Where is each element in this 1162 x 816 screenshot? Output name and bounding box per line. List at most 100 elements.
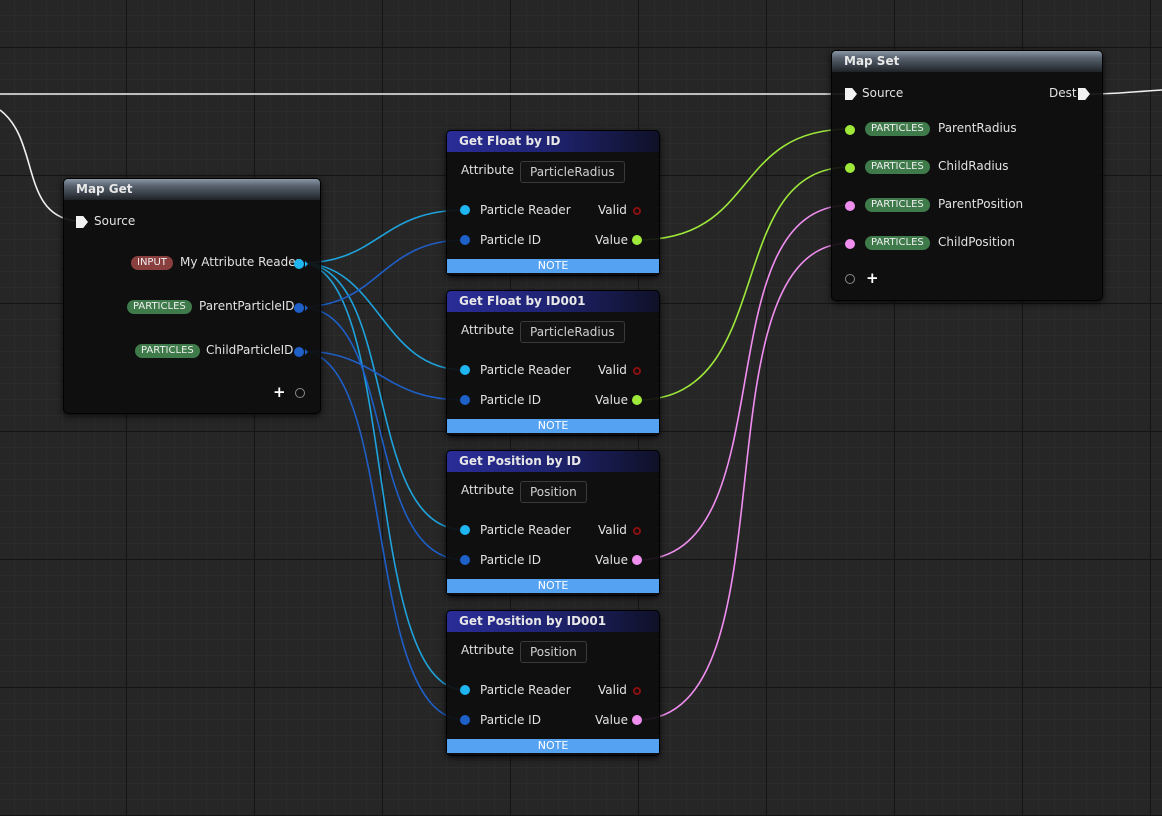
particle-reader-label: Particle Reader	[480, 363, 571, 377]
particles-badge: PARTICLES	[135, 344, 200, 358]
note-bar[interactable]: NOTE	[447, 579, 659, 593]
parent-position-input-pin[interactable]	[845, 201, 855, 211]
particle-reader-input-pin[interactable]	[460, 525, 470, 535]
valid-output-pin[interactable]	[633, 687, 641, 695]
value-label: Value	[595, 553, 628, 567]
value-output-pin[interactable]	[632, 715, 642, 725]
value-label: Value	[595, 713, 628, 727]
particle-id-input-pin[interactable]	[460, 555, 470, 565]
child-position-input-pin[interactable]	[845, 239, 855, 249]
reader-wire-4	[299, 262, 466, 691]
exec-pin-icon[interactable]	[845, 88, 857, 100]
id-wire-1	[299, 239, 466, 308]
map-set-node[interactable]: Map Set Source Dest PARTICLES ParentRadi…	[831, 50, 1103, 301]
particle-id-input-pin[interactable]	[460, 395, 470, 405]
input-label-child-position: ChildPosition	[938, 235, 1015, 249]
id-wire-2	[299, 350, 466, 401]
plus-icon[interactable]: +	[273, 385, 286, 400]
particle-reader-input-pin[interactable]	[460, 685, 470, 695]
id-wire-4	[299, 350, 466, 721]
get-position-by-id001-node[interactable]: Get Position by ID001 Attribute Position…	[446, 610, 660, 756]
map-get-node[interactable]: Map Get Source INPUT My Attribute Reader…	[63, 178, 321, 414]
map-get-title[interactable]: Map Get	[64, 179, 320, 200]
value-label: Value	[595, 393, 628, 407]
attribute-label: Attribute	[461, 643, 514, 657]
output-label-child-particle-id: ChildParticleID	[206, 343, 294, 357]
exec-pin-icon[interactable]	[76, 216, 88, 228]
particle-reader-input-pin[interactable]	[460, 205, 470, 215]
attribute-label: Attribute	[461, 323, 514, 337]
particle-reader-label: Particle Reader	[480, 683, 571, 697]
map-set-dest-label: Dest	[1049, 86, 1077, 100]
input-label-parent-radius: ParentRadius	[938, 121, 1017, 135]
parent-particle-id-output-pin[interactable]	[294, 303, 304, 313]
attribute-reader-output-pin[interactable]	[294, 259, 304, 269]
particle-id-label: Particle ID	[480, 233, 541, 247]
particle-id-input-pin[interactable]	[460, 235, 470, 245]
particles-badge: PARTICLES	[127, 300, 192, 314]
attribute-field[interactable]: ParticleRadius	[520, 161, 625, 183]
particle-id-label: Particle ID	[480, 393, 541, 407]
reader-wire-3	[299, 262, 466, 531]
get-float-by-id001-node[interactable]: Get Float by ID001 Attribute ParticleRad…	[446, 290, 660, 436]
add-pin-icon[interactable]	[845, 274, 855, 284]
input-label-parent-position: ParentPosition	[938, 197, 1024, 211]
valid-output-pin[interactable]	[633, 367, 641, 375]
particle-id-input-pin[interactable]	[460, 715, 470, 725]
get-position-by-id-node[interactable]: Get Position by ID Attribute Position Pa…	[446, 450, 660, 596]
note-bar[interactable]: NOTE	[447, 739, 659, 753]
pin-arrow-icon	[305, 261, 308, 267]
attribute-field[interactable]: Position	[520, 481, 587, 503]
valid-output-pin[interactable]	[633, 207, 641, 215]
id-wire-3	[299, 306, 466, 561]
position-wire-1	[636, 204, 851, 561]
particle-reader-label: Particle Reader	[480, 523, 571, 537]
valid-label: Valid	[598, 683, 627, 697]
attribute-label: Attribute	[461, 483, 514, 497]
output-label-attribute-reader: My Attribute Reader	[180, 255, 301, 269]
position-wire-2	[636, 242, 851, 721]
attribute-field[interactable]: ParticleRadius	[520, 321, 625, 343]
valid-label: Valid	[598, 363, 627, 377]
input-badge: INPUT	[131, 256, 173, 270]
valid-label: Valid	[598, 203, 627, 217]
attribute-field[interactable]: Position	[520, 641, 587, 663]
note-bar[interactable]: NOTE	[447, 259, 659, 273]
node-title[interactable]: Get Position by ID	[447, 451, 659, 472]
map-set-title[interactable]: Map Set	[832, 51, 1102, 72]
node-title[interactable]: Get Position by ID001	[447, 611, 659, 632]
exec-pin-icon[interactable]	[1078, 88, 1090, 100]
node-title[interactable]: Get Float by ID	[447, 131, 659, 152]
child-particle-id-output-pin[interactable]	[294, 347, 304, 357]
value-output-pin[interactable]	[632, 235, 642, 245]
child-radius-input-pin[interactable]	[845, 163, 855, 173]
note-bar[interactable]: NOTE	[447, 419, 659, 433]
attribute-label: Attribute	[461, 163, 514, 177]
particle-id-label: Particle ID	[480, 553, 541, 567]
particle-id-label: Particle ID	[480, 713, 541, 727]
get-float-by-id-node[interactable]: Get Float by ID Attribute ParticleRadius…	[446, 130, 660, 276]
pin-arrow-icon	[305, 305, 308, 311]
map-get-source-label: Source	[94, 214, 136, 228]
input-label-child-radius: ChildRadius	[938, 159, 1009, 173]
valid-output-pin[interactable]	[633, 527, 641, 535]
value-output-pin[interactable]	[632, 395, 642, 405]
particles-badge: PARTICLES	[865, 236, 930, 250]
value-label: Value	[595, 233, 628, 247]
node-title[interactable]: Get Float by ID001	[447, 291, 659, 312]
add-pin-icon[interactable]	[295, 388, 305, 398]
particles-badge: PARTICLES	[865, 122, 930, 136]
particle-reader-input-pin[interactable]	[460, 365, 470, 375]
map-set-source-label: Source	[862, 86, 904, 100]
particle-reader-label: Particle Reader	[480, 203, 571, 217]
float-wire-2	[636, 166, 851, 401]
float-wire-1	[636, 128, 851, 241]
plus-icon[interactable]: +	[866, 271, 879, 286]
reader-wire-1	[299, 209, 466, 264]
parent-radius-input-pin[interactable]	[845, 125, 855, 135]
value-output-pin[interactable]	[632, 555, 642, 565]
pin-arrow-icon	[305, 349, 308, 355]
output-label-parent-particle-id: ParentParticleID	[199, 299, 295, 313]
valid-label: Valid	[598, 523, 627, 537]
particles-badge: PARTICLES	[865, 160, 930, 174]
